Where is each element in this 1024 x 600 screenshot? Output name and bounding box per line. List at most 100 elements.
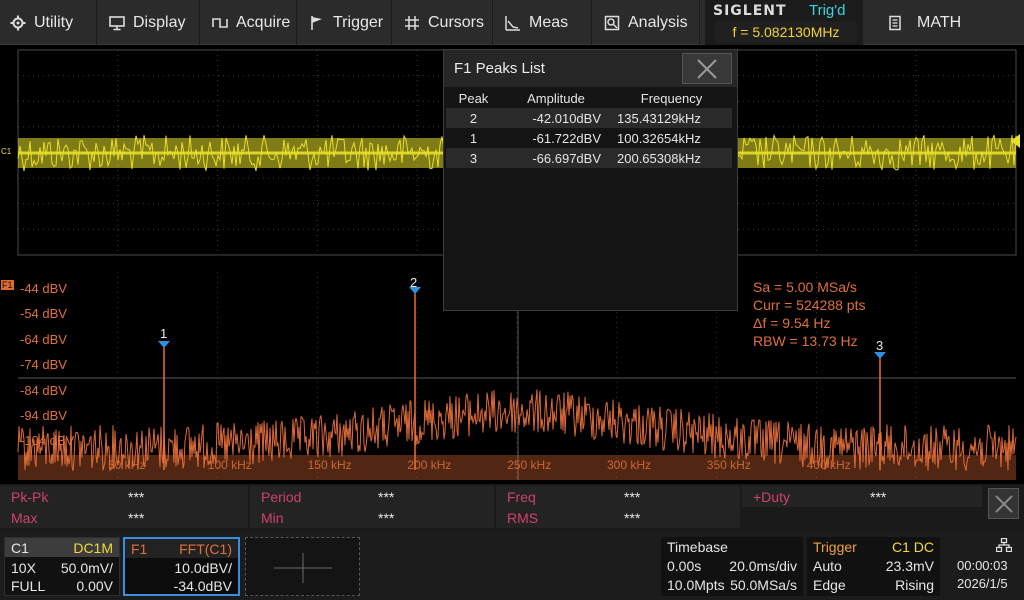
cell-amplitude: -61.722dBV [532,130,601,146]
peak-marker-triangle [874,352,886,359]
cell-peak: 3 [446,148,501,168]
fft-db-label: -104 dBV [20,433,75,449]
meas-label: Period [261,488,302,505]
cell-amplitude: -66.697dBV [501,148,611,168]
menu-cursors[interactable]: Cursors [394,0,493,45]
meas-value: *** [128,488,145,505]
trigger-status: Trig'd [809,2,846,19]
frequency-counter: f = 5.082130MHz [715,22,857,42]
meas-label: Min [261,509,284,526]
flag-icon [311,15,322,30]
fft-freq-label: 50 kHz [108,458,146,472]
channel1-settings[interactable]: C1 DC1M 10X 50.0mV/ FULL 0.00V [4,537,120,596]
f1-reference: -34.0dBV [173,577,232,594]
channel1-marker: C1 [1,147,12,156]
menu-trigger-label: Trigger [333,13,384,31]
channel1-scale: 50.0mV/ [60,559,113,576]
menu-meas[interactable]: Meas [495,0,592,45]
cell-frequency: 135.43129kHz [611,108,732,128]
gear-icon [10,15,26,30]
fft-db-label: -64 dBV [20,331,67,347]
fft-freq-label: 150 kHz [307,458,352,472]
trigger-source: C1 DC [891,538,934,555]
menu-display[interactable]: Display [99,0,200,45]
f1-header: F1 FFT(C1) [125,539,238,558]
meas-value: *** [624,509,641,526]
header-amplitude: Amplitude [527,90,585,106]
cell-frequency: 200.65308kHz [611,148,732,168]
meas-label: Freq [507,488,536,505]
peak-marker-triangle [158,341,170,348]
f1-marker: F1 [1,280,14,290]
fft-resolution: Δf = 9.54 Hz [753,315,831,331]
trigger-slope: Rising [895,576,934,593]
menu-bar: Utility Display Acquire Trigger Cursors … [0,0,1024,45]
channel1-offset: 0.00V [76,577,113,594]
peaks-list-dialog: F1 Peaks List Peak Amplitude Frequency 2… [443,49,738,311]
close-icon [994,494,1013,513]
meas-value: *** [378,509,395,526]
menu-utility[interactable]: Utility [0,0,97,45]
math-label: MATH [917,13,962,31]
meas-freq[interactable]: Freq *** [496,486,740,507]
meas-value: *** [624,488,641,505]
fft-db-label: -74 dBV [20,357,67,373]
f1-scale: 10.0dBV/ [174,559,232,576]
analysis-icon [604,15,620,30]
trigger-title: Trigger [813,538,857,555]
add-channel-button[interactable] [245,537,360,596]
fft-db-label: -44 dBV [20,281,67,296]
measurement-close-button[interactable] [988,488,1019,519]
trigger-settings[interactable]: Trigger C1 DC Auto 23.3mV Edge Rising [807,537,940,596]
meas-period[interactable]: Period *** [250,486,494,507]
menu-acquire[interactable]: Acquire [202,0,297,45]
clock-time: 00:00:03 [957,558,1008,573]
fft-db-label: -84 dBV [20,382,67,398]
trigger-mode: Auto [813,557,842,574]
table-row[interactable]: 3 -66.697dBV 200.65308kHz [446,148,732,168]
menu-analysis[interactable]: Analysis [594,0,700,45]
trigger-level-arrow[interactable] [1011,134,1020,148]
peak-number: 2 [410,275,418,290]
network-icon [996,538,1012,552]
siglent-logo: SIGLENT [713,3,787,19]
document-icon [889,15,901,30]
trigger-level: 23.3mV [885,557,934,574]
fft-freq-label: 350 kHz [706,458,751,472]
math-button[interactable]: MATH [877,0,1017,45]
meas-value: *** [378,488,395,505]
measure-icon [505,15,520,31]
timebase-settings[interactable]: Timebase 0.00s 20.0ms/div 10.0Mpts 50.0M… [661,537,803,596]
close-icon [697,58,717,79]
peaks-list-titlebar: F1 Peaks List [444,50,737,87]
channel1-header: C1 DC1M [5,538,119,557]
status-bar: C1 DC1M 10X 50.0mV/ FULL 0.00V F1 FFT(C1… [0,530,1024,600]
fft-db-label: -54 dBV [20,306,67,322]
menu-meas-label: Meas [529,13,569,31]
peaks-list-title: F1 Peaks List [454,60,545,77]
fft-freq-label: 200 kHz [407,458,452,472]
meas-max[interactable]: Max *** [0,507,248,528]
fft-freq-label: 250 kHz [507,458,552,472]
meas-rms[interactable]: RMS *** [496,507,740,528]
meas-pkpk[interactable]: Pk-Pk *** [0,486,248,507]
acquire-icon [212,17,228,28]
cell-peak: 1 [469,130,478,146]
channel1-probe: 10X [11,559,36,576]
meas-min[interactable]: Min *** [250,507,494,528]
menu-trigger[interactable]: Trigger [299,0,392,45]
close-button[interactable] [682,53,732,84]
fft-db-label: -94 dBV [20,408,67,423]
f1-settings[interactable]: F1 FFT(C1) 10.0dBV/ -34.0dBV [123,537,240,596]
peak-number: 3 [876,338,884,353]
timebase-rate: 50.0MSa/s [730,576,797,593]
meas-duty[interactable]: +Duty *** [742,486,982,507]
menu-display-label: Display [133,13,186,31]
timebase-delay: 0.00s [667,557,702,574]
table-row[interactable]: 1 -61.722dBV 100.32654kHz [446,128,732,148]
table-row[interactable]: 2 -42.010dBV 135.43129kHz [446,108,732,128]
cell-frequency: 100.32654kHz [617,130,701,146]
cell-peak: 2 [446,108,501,128]
clock-date: 2026/1/5 [957,576,1008,591]
brand-status: SIGLENT Trig'd f = 5.082130MHz [705,0,863,45]
